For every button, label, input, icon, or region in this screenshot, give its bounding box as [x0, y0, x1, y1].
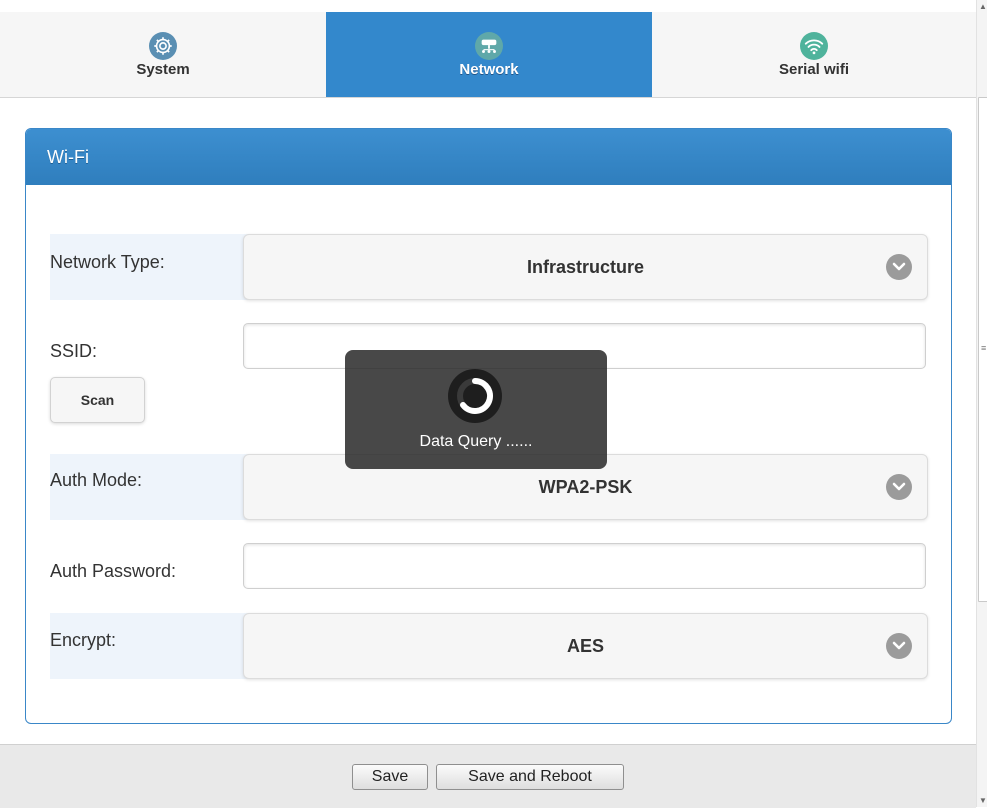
tab-label: Serial wifi	[778, 60, 850, 78]
save-button[interactable]: Save	[352, 764, 428, 790]
tab-network[interactable]: Network	[326, 12, 652, 97]
chevron-down-icon	[886, 254, 912, 280]
scroll-up-icon[interactable]: ▲	[979, 2, 987, 11]
ssid-label: SSID:	[50, 341, 98, 361]
chevron-down-icon	[886, 474, 912, 500]
tab-label: System	[136, 60, 190, 78]
encrypt-value: AES	[566, 635, 604, 656]
network-type-label: Network Type:	[50, 252, 165, 272]
spinner-icon	[447, 368, 503, 424]
vertical-scrollbar[interactable]: ▲ ≡ ▼	[976, 0, 987, 807]
chevron-down-icon	[886, 633, 912, 659]
panel-title: Wi-Fi	[26, 129, 951, 185]
auth-mode-label: Auth Mode:	[50, 470, 143, 490]
tab-label: Network	[459, 60, 519, 78]
footer-bar: Save Save and Reboot	[0, 744, 976, 808]
gear-icon	[149, 31, 177, 60]
wifi-icon	[800, 31, 828, 60]
top-navigation: System Network Serial wifi	[0, 12, 976, 98]
grip-icon: ≡	[981, 343, 987, 353]
network-icon	[475, 31, 503, 60]
auth-password-input[interactable]	[243, 543, 926, 589]
loading-text: Data Query ......	[419, 433, 533, 450]
save-and-reboot-button[interactable]: Save and Reboot	[436, 764, 624, 790]
encrypt-label: Encrypt:	[50, 630, 117, 650]
auth-password-label: Auth Password:	[50, 561, 177, 581]
encrypt-select[interactable]: AES	[243, 613, 928, 679]
scan-button[interactable]: Scan	[50, 377, 145, 423]
tab-serial-wifi[interactable]: Serial wifi	[652, 12, 976, 97]
auth-mode-value: WPA2-PSK	[538, 476, 633, 497]
scroll-down-icon[interactable]: ▼	[979, 796, 987, 805]
network-type-select[interactable]: Infrastructure	[243, 234, 928, 300]
network-type-value: Infrastructure	[526, 256, 645, 277]
tab-system[interactable]: System	[0, 12, 326, 97]
scrollbar-thumb[interactable]: ≡	[978, 97, 987, 602]
loading-overlay: Data Query ......	[345, 350, 607, 469]
